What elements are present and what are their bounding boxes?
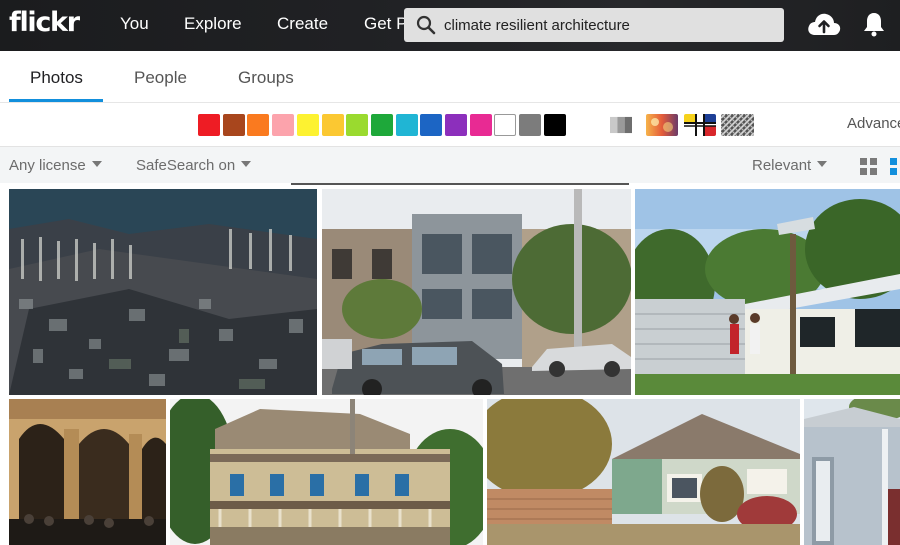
photo-thumbnail [635, 189, 900, 395]
color-swatch[interactable] [519, 114, 541, 136]
safesearch-label: SafeSearch on [136, 157, 236, 174]
chevron-down-icon [817, 161, 828, 167]
color-swatch[interactable] [346, 114, 368, 136]
color-filter-row: Advance [0, 104, 900, 146]
advanced-search-link[interactable]: Advance [847, 115, 900, 132]
license-label: Any license [9, 157, 86, 174]
nav-create[interactable]: Create [277, 14, 328, 34]
patterns-filter-icon[interactable] [721, 114, 754, 136]
color-swatch[interactable] [322, 114, 344, 136]
photo-result-modern-house-street[interactable] [322, 189, 631, 395]
color-swatch[interactable] [371, 114, 393, 136]
tab-groups[interactable]: Groups [238, 68, 294, 88]
color-swatch[interactable] [247, 114, 269, 136]
cloud-upload-icon[interactable] [806, 10, 842, 38]
active-tab-indicator [9, 99, 103, 102]
chevron-down-icon [241, 161, 252, 167]
photo-thumbnail [322, 189, 631, 395]
color-swatch[interactable] [272, 114, 294, 136]
chevron-down-icon [91, 161, 102, 167]
color-swatch[interactable] [470, 114, 492, 136]
tab-people[interactable]: People [134, 68, 187, 88]
color-swatch[interactable] [198, 114, 220, 136]
bell-icon[interactable] [862, 11, 886, 37]
justified-view-icon[interactable] [890, 158, 900, 175]
safesearch-dropdown[interactable]: SafeSearch on [136, 157, 252, 174]
search-input[interactable] [444, 8, 774, 42]
top-navigation-bar: flickr You Explore Create Get Pro [0, 0, 900, 51]
photo-thumbnail [9, 189, 317, 395]
sort-label: Relevant [752, 157, 812, 174]
photo-thumbnail [487, 399, 800, 545]
photo-result-suburban-house[interactable] [487, 399, 800, 545]
photo-thumbnail [804, 399, 900, 545]
color-swatch[interactable] [494, 114, 516, 136]
grid-view-icon[interactable] [860, 158, 877, 175]
photo-result-tropical-building[interactable] [635, 189, 900, 395]
tab-photos[interactable]: Photos [30, 68, 83, 88]
loading-indicator [291, 183, 629, 185]
photo-result-arched-hall[interactable] [9, 399, 166, 545]
color-swatch[interactable] [223, 114, 245, 136]
nav-explore[interactable]: Explore [184, 14, 242, 34]
photo-thumbnail [9, 399, 166, 545]
color-swatch[interactable] [420, 114, 442, 136]
color-swatch[interactable] [396, 114, 418, 136]
photo-result-colonial-building[interactable] [170, 399, 483, 545]
flickr-logo[interactable]: flickr [9, 7, 80, 38]
search-icon[interactable] [416, 15, 436, 35]
nav-you[interactable]: You [120, 14, 149, 34]
photo-result-house-side[interactable] [804, 399, 900, 545]
color-swatch[interactable] [544, 114, 566, 136]
color-swatch[interactable] [297, 114, 319, 136]
shallow-depth-of-field-icon[interactable] [646, 114, 678, 136]
photo-thumbnail [170, 399, 483, 545]
color-swatch[interactable] [445, 114, 467, 136]
photo-result-aerial-harbor[interactable] [9, 189, 317, 395]
black-and-white-filter-icon[interactable] [610, 114, 632, 136]
minimalist-filter-icon[interactable] [684, 114, 716, 136]
sort-dropdown[interactable]: Relevant [752, 157, 828, 174]
filter-bar: Any license SafeSearch on Relevant [0, 146, 900, 183]
search-box[interactable] [404, 8, 784, 42]
license-dropdown[interactable]: Any license [9, 157, 102, 174]
search-tabs: Photos People Groups [0, 51, 900, 103]
